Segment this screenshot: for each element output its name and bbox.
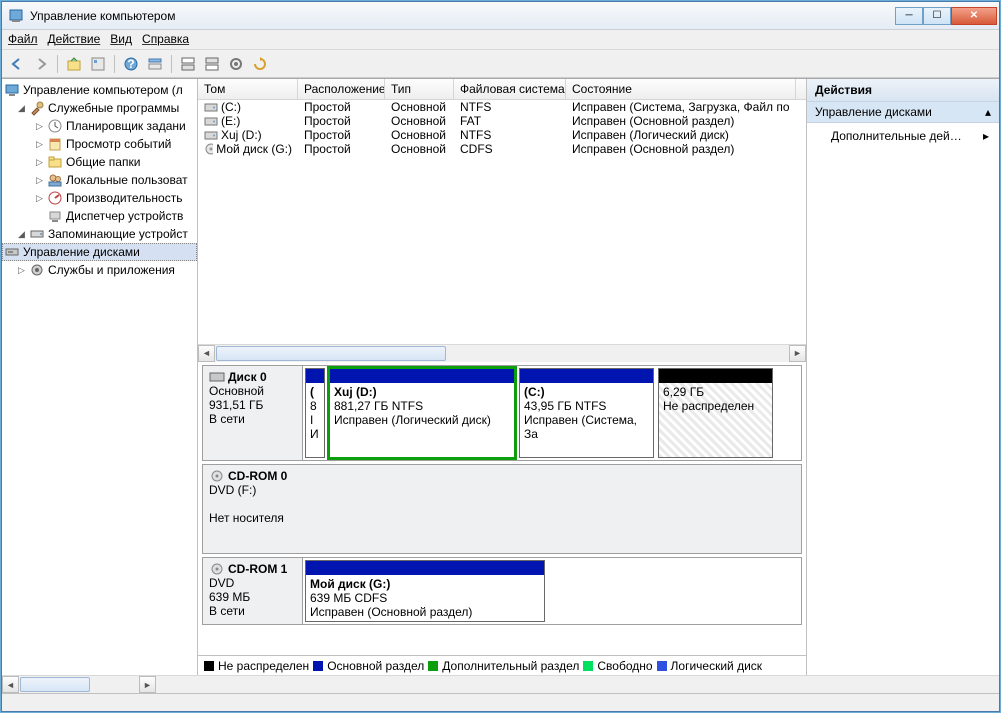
app-icon: [8, 8, 24, 24]
tree-scheduler[interactable]: ▷ Планировщик задани: [2, 117, 197, 135]
expand-icon[interactable]: ▷: [34, 193, 45, 204]
actions-more[interactable]: Дополнительные дей… ▸: [807, 123, 999, 149]
titlebar: Управление компьютером ─ ☐ ✕: [2, 2, 999, 30]
tools-icon: [29, 100, 45, 116]
disk-row[interactable]: Диск 0 Основной 931,51 ГБ В сети (8 IИXu…: [202, 365, 802, 461]
expand-icon[interactable]: ▷: [34, 157, 45, 168]
forward-button[interactable]: [30, 53, 52, 75]
statusbar: [2, 693, 999, 711]
menubar: Файл Действие Вид Справка: [2, 30, 999, 50]
minimize-button[interactable]: ─: [895, 7, 923, 25]
folder-icon: [47, 154, 63, 170]
collapse-icon[interactable]: ◢: [16, 229, 27, 240]
window-title: Управление компьютером: [30, 9, 175, 23]
partition[interactable]: Xuj (D:)881,27 ГБ NTFSИсправен (Логическ…: [327, 366, 517, 460]
properties-icon[interactable]: [87, 53, 109, 75]
menu-view[interactable]: Вид: [110, 32, 132, 47]
volume-row[interactable]: Мой диск (G:)ПростойОсновнойCDFSИсправен…: [198, 142, 806, 156]
tree-diskmgmt[interactable]: Управление дисками: [2, 243, 197, 261]
tree-devices[interactable]: Диспетчер устройств: [2, 207, 197, 225]
volume-rows: (C:)ПростойОсновнойNTFSИсправен (Система…: [198, 100, 806, 344]
volume-row[interactable]: (E:)ПростойОсновнойFATИсправен (Основной…: [198, 114, 806, 128]
volume-row[interactable]: (C:)ПростойОсновнойNTFSИсправен (Система…: [198, 100, 806, 114]
col-fs[interactable]: Файловая система: [454, 79, 566, 99]
volume-row[interactable]: Xuj (D:)ПростойОсновнойNTFSИсправен (Лог…: [198, 128, 806, 142]
actions-header: Действия: [807, 79, 999, 102]
tree-perf[interactable]: ▷ Производительность: [2, 189, 197, 207]
maximize-button[interactable]: ☐: [923, 7, 951, 25]
expand-icon[interactable]: ▷: [16, 265, 27, 276]
view-icon[interactable]: [144, 53, 166, 75]
event-icon: [47, 136, 63, 152]
tree-services[interactable]: ▷ Службы и приложения: [2, 261, 197, 279]
partition[interactable]: (8 IИ: [305, 368, 325, 458]
back-button[interactable]: [6, 53, 28, 75]
disk-layout-pane: Диск 0 Основной 931,51 ГБ В сети (8 IИXu…: [198, 362, 806, 675]
disk-row[interactable]: CD-ROM 1 DVD 639 МБ В сети Мой диск (G:)…: [202, 557, 802, 625]
col-status[interactable]: Состояние: [566, 79, 796, 99]
refresh-icon[interactable]: [249, 53, 271, 75]
col-layout[interactable]: Расположение: [298, 79, 385, 99]
chevron-right-icon: ▸: [983, 129, 989, 143]
svg-text:?: ?: [127, 57, 134, 71]
col-type[interactable]: Тип: [385, 79, 454, 99]
list-bottom-icon[interactable]: [201, 53, 223, 75]
tree-events[interactable]: ▷ Просмотр событий: [2, 135, 197, 153]
actions-pane: Действия Управление дисками ▴ Дополнител…: [807, 79, 999, 675]
tree-users[interactable]: ▷ Локальные пользоват: [2, 171, 197, 189]
help-icon[interactable]: ?: [120, 53, 142, 75]
collapse-icon[interactable]: ◢: [16, 103, 27, 114]
partition[interactable]: (C:)43,95 ГБ NTFSИсправен (Система, За: [519, 368, 654, 458]
perf-icon: [47, 190, 63, 206]
storage-icon: [29, 226, 45, 242]
tree-root[interactable]: Управление компьютером (л: [2, 81, 197, 99]
services-icon: [29, 262, 45, 278]
menu-action[interactable]: Действие: [48, 32, 101, 47]
toolbar: ?: [2, 50, 999, 78]
menu-file[interactable]: Файл: [8, 32, 38, 47]
menu-help[interactable]: Справка: [142, 32, 189, 47]
partition[interactable]: Мой диск (G:) 639 МБ CDFS Исправен (Осно…: [305, 560, 545, 622]
tree-sys-tools[interactable]: ◢ Служебные программы: [2, 99, 197, 117]
expand-icon[interactable]: ▷: [34, 139, 45, 150]
collapse-icon: ▴: [985, 105, 991, 119]
bottom-scrollbar[interactable]: ◄ ►: [2, 675, 999, 693]
users-icon: [47, 172, 63, 188]
legend: Не распределен Основной раздел Дополните…: [198, 655, 806, 675]
content-area: Управление компьютером (л ◢ Служебные пр…: [2, 78, 999, 675]
tree-shares[interactable]: ▷ Общие папки: [2, 153, 197, 171]
up-icon[interactable]: [63, 53, 85, 75]
disk-row[interactable]: CD-ROM 0 DVD (F:) Нет носителя: [202, 464, 802, 554]
column-headers: Том Расположение Тип Файловая система Со…: [198, 79, 806, 100]
volume-list: Том Расположение Тип Файловая система Со…: [198, 79, 806, 362]
partition[interactable]: 6,29 ГБНе распределен: [658, 368, 773, 458]
clock-icon: [47, 118, 63, 134]
close-button[interactable]: ✕: [951, 7, 997, 25]
tree-pane: Управление компьютером (л ◢ Служебные пр…: [2, 79, 198, 675]
actions-section[interactable]: Управление дисками ▴: [807, 102, 999, 123]
computer-icon: [4, 82, 20, 98]
horizontal-scrollbar[interactable]: ◄ ►: [198, 344, 806, 361]
disk-icon: [4, 244, 20, 260]
list-top-icon[interactable]: [177, 53, 199, 75]
disk-management-pane: Том Расположение Тип Файловая система Со…: [198, 79, 807, 675]
settings-icon[interactable]: [225, 53, 247, 75]
expand-icon[interactable]: ▷: [34, 175, 45, 186]
window-frame: Управление компьютером ─ ☐ ✕ Файл Действ…: [1, 1, 1000, 712]
expand-icon[interactable]: ▷: [34, 121, 45, 132]
device-icon: [47, 208, 63, 224]
tree-storage[interactable]: ◢ Запоминающие устройст: [2, 225, 197, 243]
col-volume[interactable]: Том: [198, 79, 298, 99]
